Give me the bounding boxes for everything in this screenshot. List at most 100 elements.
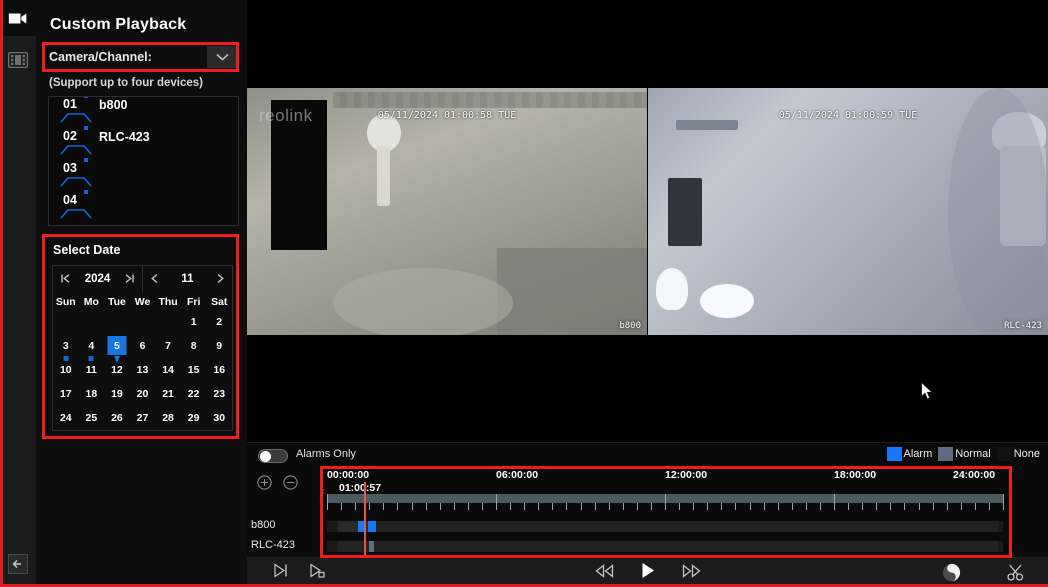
calendar-day-cell[interactable]: 3 xyxy=(53,334,79,361)
calendar-day-cell[interactable]: 22 xyxy=(181,382,207,406)
minus-circle-icon xyxy=(283,475,298,490)
timeline-zoom-in-button[interactable] xyxy=(257,475,272,495)
ruler-minor-tick xyxy=(988,503,990,510)
calendar-day-cell[interactable]: 16 xyxy=(206,358,232,382)
ruler-minor-tick xyxy=(411,503,413,510)
next-year-button[interactable] xyxy=(124,273,135,286)
calendar-day-number: 4 xyxy=(88,340,95,352)
calendar-day-cell[interactable]: 12 xyxy=(104,358,130,382)
calendar-day-cell[interactable]: 30 xyxy=(206,406,232,430)
back-button[interactable] xyxy=(0,549,36,579)
track-bar[interactable] xyxy=(327,541,1003,552)
rewind-button[interactable] xyxy=(594,563,614,583)
slot-tick-icon xyxy=(84,97,88,98)
ruler-major-tick xyxy=(496,494,497,510)
calendar-day-cell[interactable]: 21 xyxy=(155,382,181,406)
next-month-button[interactable] xyxy=(216,273,225,286)
ruler-minor-tick xyxy=(960,503,962,510)
slot-number: 03 xyxy=(63,161,77,175)
device-name: b800 xyxy=(99,98,128,112)
ruler-minor-tick xyxy=(791,503,793,510)
rail-item-playback[interactable] xyxy=(0,42,36,78)
rewind-icon xyxy=(594,563,613,578)
device-slot-03[interactable]: 03 xyxy=(49,158,238,193)
ruler-minor-tick xyxy=(608,503,610,510)
calendar-day-cell[interactable]: 19 xyxy=(104,382,130,406)
clip-button[interactable] xyxy=(1007,564,1025,586)
track-label: RLC-423 xyxy=(251,539,296,551)
calendar-day-cell[interactable]: 14 xyxy=(155,358,181,382)
device-slot-01[interactable]: 01 b800 xyxy=(49,97,238,129)
device-slot-04[interactable]: 04 xyxy=(49,190,238,225)
timeline-playhead[interactable] xyxy=(364,482,366,558)
calendar-day-cell[interactable]: 4 xyxy=(79,334,105,361)
calendar-day-cell[interactable]: 17 xyxy=(53,382,79,406)
ruler-minor-tick xyxy=(524,503,526,510)
alarms-only-toggle[interactable] xyxy=(258,449,288,463)
rail-item-live-view[interactable] xyxy=(0,0,36,36)
chevron-right-icon xyxy=(217,273,224,283)
calendar-day-cell[interactable]: 29 xyxy=(181,406,207,430)
ruler-scroll-left-icon[interactable]: ‹ xyxy=(321,483,325,498)
calendar-day-cell[interactable]: 24 xyxy=(53,406,79,430)
track-segment xyxy=(337,521,359,532)
calendar-day-number: 7 xyxy=(165,340,171,352)
timeline-ruler[interactable]: ‹ › 00:00:00 06:00:00 12:00:00 18:00:00 24:0… xyxy=(321,469,1013,513)
camera-channel-dropdown-button[interactable] xyxy=(207,46,237,68)
calendar-day-cell[interactable]: 7 xyxy=(155,334,181,358)
legend-entry: None xyxy=(996,447,1045,461)
ruler-scroll-right-icon[interactable]: › xyxy=(1009,483,1013,498)
step-frame-button[interactable] xyxy=(273,563,289,583)
device-name: RLC-423 xyxy=(99,130,150,144)
calendar-day-cell[interactable]: 18 xyxy=(79,382,105,406)
snapshot-button[interactable] xyxy=(309,563,326,583)
ruler-time-label: 06:00:00 xyxy=(496,469,539,481)
calendar-day-cell[interactable]: 20 xyxy=(130,382,156,406)
legend-swatch xyxy=(938,447,954,461)
calendar-day-cell[interactable]: 13 xyxy=(130,358,156,382)
ruler-minor-tick xyxy=(650,503,652,510)
timeline-zoom-out-button[interactable] xyxy=(283,475,298,495)
prev-year-button[interactable] xyxy=(60,273,71,286)
controls-left-group xyxy=(273,563,326,583)
calendar-day-number: 11 xyxy=(85,364,97,376)
calendar-day-cell[interactable]: 23 xyxy=(206,382,232,406)
fast-forward-button[interactable] xyxy=(681,563,701,583)
legend-swatch xyxy=(996,447,1012,461)
track-segment xyxy=(368,521,376,532)
camera-channel-select[interactable]: Camera/Channel: xyxy=(42,46,241,68)
play-button[interactable] xyxy=(640,562,655,584)
prev-month-button[interactable] xyxy=(150,273,159,286)
calendar-day-cell[interactable]: 26 xyxy=(104,406,130,430)
ruler-minor-tick xyxy=(355,503,357,510)
calendar-weekday-row: Sun Mo Tue We Thu Fri Sat xyxy=(53,292,232,310)
calendar-day-number: 12 xyxy=(111,364,123,376)
calendar-day-cell[interactable]: 25 xyxy=(79,406,105,430)
calendar-day-cell[interactable]: 11 xyxy=(79,358,105,382)
calendar-day-number: 13 xyxy=(136,364,149,376)
video-pane-2[interactable]: 05/11/2024 01:00:59 TUE RLC-423 xyxy=(648,88,1048,335)
timeline-panel: Alarms Only Alarm Normal None ‹ › 00:00:00 xyxy=(247,442,1048,558)
track-bar[interactable] xyxy=(327,521,1003,532)
video-pane-1[interactable]: reolink 05/11/2024 01:00:58 TUE b800 xyxy=(247,88,647,335)
calendar-day-cell[interactable]: 1 xyxy=(181,310,207,334)
ruler-minor-tick xyxy=(538,503,540,510)
calendar-day-cell[interactable]: 8 xyxy=(181,334,207,358)
calendar-day-cell[interactable]: 6 xyxy=(130,334,156,358)
legend-label: Normal xyxy=(955,448,991,460)
calendar-day-cell[interactable]: 10 xyxy=(53,358,79,382)
ruler-minor-tick xyxy=(946,503,948,510)
calendar-day-cell[interactable]: 28 xyxy=(155,406,181,430)
calendar-day-cell[interactable]: 2 xyxy=(206,310,232,334)
device-slot-02[interactable]: 02 RLC-423 xyxy=(49,126,238,161)
calendar-day-cell[interactable]: 5 xyxy=(104,334,130,363)
calendar-day-cell[interactable]: 15 xyxy=(181,358,207,382)
ruler-minor-tick xyxy=(819,503,821,510)
calendar-weekday: Sun xyxy=(55,296,76,308)
calendar-day-number: 9 xyxy=(216,340,223,352)
ruler-minor-tick xyxy=(341,503,343,510)
calendar-day-cell[interactable]: 27 xyxy=(130,406,156,430)
ruler-time-label: 24:00:00 xyxy=(953,469,996,481)
calendar-blank-cell xyxy=(130,310,156,334)
calendar-day-cell[interactable]: 9 xyxy=(206,334,232,358)
